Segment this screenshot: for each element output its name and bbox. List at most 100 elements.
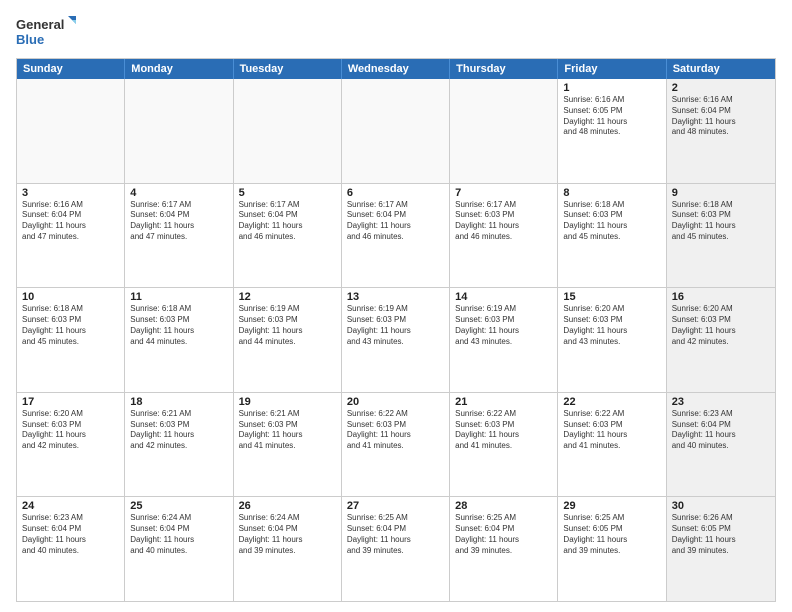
calendar-cell: 11Sunrise: 6:18 AM Sunset: 6:03 PM Dayli… — [125, 288, 233, 392]
calendar-cell: 13Sunrise: 6:19 AM Sunset: 6:03 PM Dayli… — [342, 288, 450, 392]
calendar-cell: 16Sunrise: 6:20 AM Sunset: 6:03 PM Dayli… — [667, 288, 775, 392]
calendar-cell: 18Sunrise: 6:21 AM Sunset: 6:03 PM Dayli… — [125, 393, 233, 497]
page: General Blue SundayMondayTuesdayWednesda… — [0, 0, 792, 612]
calendar-header-cell: Saturday — [667, 59, 775, 79]
logo-svg: General Blue — [16, 14, 76, 50]
calendar-cell — [450, 79, 558, 183]
day-number: 27 — [347, 500, 444, 512]
calendar-cell: 7Sunrise: 6:17 AM Sunset: 6:03 PM Daylig… — [450, 184, 558, 288]
calendar-cell: 2Sunrise: 6:16 AM Sunset: 6:04 PM Daylig… — [667, 79, 775, 183]
day-info: Sunrise: 6:23 AM Sunset: 6:04 PM Dayligh… — [672, 409, 770, 452]
day-info: Sunrise: 6:19 AM Sunset: 6:03 PM Dayligh… — [239, 304, 336, 347]
day-info: Sunrise: 6:25 AM Sunset: 6:04 PM Dayligh… — [347, 513, 444, 556]
calendar-cell: 29Sunrise: 6:25 AM Sunset: 6:05 PM Dayli… — [558, 497, 666, 601]
calendar-cell: 25Sunrise: 6:24 AM Sunset: 6:04 PM Dayli… — [125, 497, 233, 601]
day-info: Sunrise: 6:18 AM Sunset: 6:03 PM Dayligh… — [672, 200, 770, 243]
calendar-cell: 28Sunrise: 6:25 AM Sunset: 6:04 PM Dayli… — [450, 497, 558, 601]
day-number: 4 — [130, 187, 227, 199]
calendar-header-cell: Tuesday — [234, 59, 342, 79]
day-number: 10 — [22, 291, 119, 303]
day-number: 8 — [563, 187, 660, 199]
day-number: 1 — [563, 82, 660, 94]
calendar-cell — [17, 79, 125, 183]
calendar-header-cell: Wednesday — [342, 59, 450, 79]
day-info: Sunrise: 6:22 AM Sunset: 6:03 PM Dayligh… — [455, 409, 552, 452]
calendar-cell: 9Sunrise: 6:18 AM Sunset: 6:03 PM Daylig… — [667, 184, 775, 288]
calendar-header: SundayMondayTuesdayWednesdayThursdayFrid… — [17, 59, 775, 79]
day-info: Sunrise: 6:16 AM Sunset: 6:04 PM Dayligh… — [22, 200, 119, 243]
day-number: 23 — [672, 396, 770, 408]
calendar-week: 17Sunrise: 6:20 AM Sunset: 6:03 PM Dayli… — [17, 393, 775, 498]
day-number: 11 — [130, 291, 227, 303]
day-number: 3 — [22, 187, 119, 199]
calendar-header-cell: Sunday — [17, 59, 125, 79]
day-info: Sunrise: 6:18 AM Sunset: 6:03 PM Dayligh… — [563, 200, 660, 243]
calendar-cell: 6Sunrise: 6:17 AM Sunset: 6:04 PM Daylig… — [342, 184, 450, 288]
day-number: 13 — [347, 291, 444, 303]
calendar-cell: 15Sunrise: 6:20 AM Sunset: 6:03 PM Dayli… — [558, 288, 666, 392]
calendar-cell: 1Sunrise: 6:16 AM Sunset: 6:05 PM Daylig… — [558, 79, 666, 183]
calendar-cell: 14Sunrise: 6:19 AM Sunset: 6:03 PM Dayli… — [450, 288, 558, 392]
day-info: Sunrise: 6:24 AM Sunset: 6:04 PM Dayligh… — [239, 513, 336, 556]
day-number: 22 — [563, 396, 660, 408]
calendar-cell: 19Sunrise: 6:21 AM Sunset: 6:03 PM Dayli… — [234, 393, 342, 497]
day-number: 2 — [672, 82, 770, 94]
svg-text:Blue: Blue — [16, 32, 44, 47]
day-number: 26 — [239, 500, 336, 512]
day-info: Sunrise: 6:17 AM Sunset: 6:03 PM Dayligh… — [455, 200, 552, 243]
day-info: Sunrise: 6:18 AM Sunset: 6:03 PM Dayligh… — [22, 304, 119, 347]
calendar-cell: 26Sunrise: 6:24 AM Sunset: 6:04 PM Dayli… — [234, 497, 342, 601]
calendar-cell: 17Sunrise: 6:20 AM Sunset: 6:03 PM Dayli… — [17, 393, 125, 497]
calendar-cell: 21Sunrise: 6:22 AM Sunset: 6:03 PM Dayli… — [450, 393, 558, 497]
day-number: 21 — [455, 396, 552, 408]
calendar-cell: 20Sunrise: 6:22 AM Sunset: 6:03 PM Dayli… — [342, 393, 450, 497]
calendar-cell: 8Sunrise: 6:18 AM Sunset: 6:03 PM Daylig… — [558, 184, 666, 288]
day-number: 17 — [22, 396, 119, 408]
calendar-cell: 22Sunrise: 6:22 AM Sunset: 6:03 PM Dayli… — [558, 393, 666, 497]
day-info: Sunrise: 6:20 AM Sunset: 6:03 PM Dayligh… — [672, 304, 770, 347]
calendar-cell: 30Sunrise: 6:26 AM Sunset: 6:05 PM Dayli… — [667, 497, 775, 601]
logo: General Blue — [16, 14, 76, 50]
day-info: Sunrise: 6:19 AM Sunset: 6:03 PM Dayligh… — [347, 304, 444, 347]
day-info: Sunrise: 6:25 AM Sunset: 6:05 PM Dayligh… — [563, 513, 660, 556]
day-info: Sunrise: 6:16 AM Sunset: 6:04 PM Dayligh… — [672, 95, 770, 138]
day-info: Sunrise: 6:21 AM Sunset: 6:03 PM Dayligh… — [239, 409, 336, 452]
day-info: Sunrise: 6:17 AM Sunset: 6:04 PM Dayligh… — [130, 200, 227, 243]
calendar-cell: 24Sunrise: 6:23 AM Sunset: 6:04 PM Dayli… — [17, 497, 125, 601]
day-info: Sunrise: 6:24 AM Sunset: 6:04 PM Dayligh… — [130, 513, 227, 556]
day-info: Sunrise: 6:22 AM Sunset: 6:03 PM Dayligh… — [347, 409, 444, 452]
calendar: SundayMondayTuesdayWednesdayThursdayFrid… — [16, 58, 776, 602]
calendar-cell: 3Sunrise: 6:16 AM Sunset: 6:04 PM Daylig… — [17, 184, 125, 288]
day-number: 12 — [239, 291, 336, 303]
day-number: 28 — [455, 500, 552, 512]
day-number: 25 — [130, 500, 227, 512]
calendar-cell: 23Sunrise: 6:23 AM Sunset: 6:04 PM Dayli… — [667, 393, 775, 497]
calendar-cell — [125, 79, 233, 183]
day-number: 24 — [22, 500, 119, 512]
day-number: 5 — [239, 187, 336, 199]
calendar-cell: 12Sunrise: 6:19 AM Sunset: 6:03 PM Dayli… — [234, 288, 342, 392]
calendar-week: 3Sunrise: 6:16 AM Sunset: 6:04 PM Daylig… — [17, 184, 775, 289]
calendar-cell: 4Sunrise: 6:17 AM Sunset: 6:04 PM Daylig… — [125, 184, 233, 288]
day-number: 29 — [563, 500, 660, 512]
day-info: Sunrise: 6:17 AM Sunset: 6:04 PM Dayligh… — [347, 200, 444, 243]
day-number: 30 — [672, 500, 770, 512]
day-number: 18 — [130, 396, 227, 408]
svg-text:General: General — [16, 17, 64, 32]
day-info: Sunrise: 6:26 AM Sunset: 6:05 PM Dayligh… — [672, 513, 770, 556]
calendar-week: 1Sunrise: 6:16 AM Sunset: 6:05 PM Daylig… — [17, 79, 775, 184]
day-number: 6 — [347, 187, 444, 199]
day-number: 14 — [455, 291, 552, 303]
day-number: 16 — [672, 291, 770, 303]
calendar-header-cell: Monday — [125, 59, 233, 79]
day-info: Sunrise: 6:19 AM Sunset: 6:03 PM Dayligh… — [455, 304, 552, 347]
calendar-week: 24Sunrise: 6:23 AM Sunset: 6:04 PM Dayli… — [17, 497, 775, 601]
calendar-cell: 27Sunrise: 6:25 AM Sunset: 6:04 PM Dayli… — [342, 497, 450, 601]
day-info: Sunrise: 6:20 AM Sunset: 6:03 PM Dayligh… — [22, 409, 119, 452]
day-info: Sunrise: 6:25 AM Sunset: 6:04 PM Dayligh… — [455, 513, 552, 556]
day-number: 7 — [455, 187, 552, 199]
day-number: 9 — [672, 187, 770, 199]
day-number: 15 — [563, 291, 660, 303]
day-info: Sunrise: 6:21 AM Sunset: 6:03 PM Dayligh… — [130, 409, 227, 452]
calendar-cell: 10Sunrise: 6:18 AM Sunset: 6:03 PM Dayli… — [17, 288, 125, 392]
